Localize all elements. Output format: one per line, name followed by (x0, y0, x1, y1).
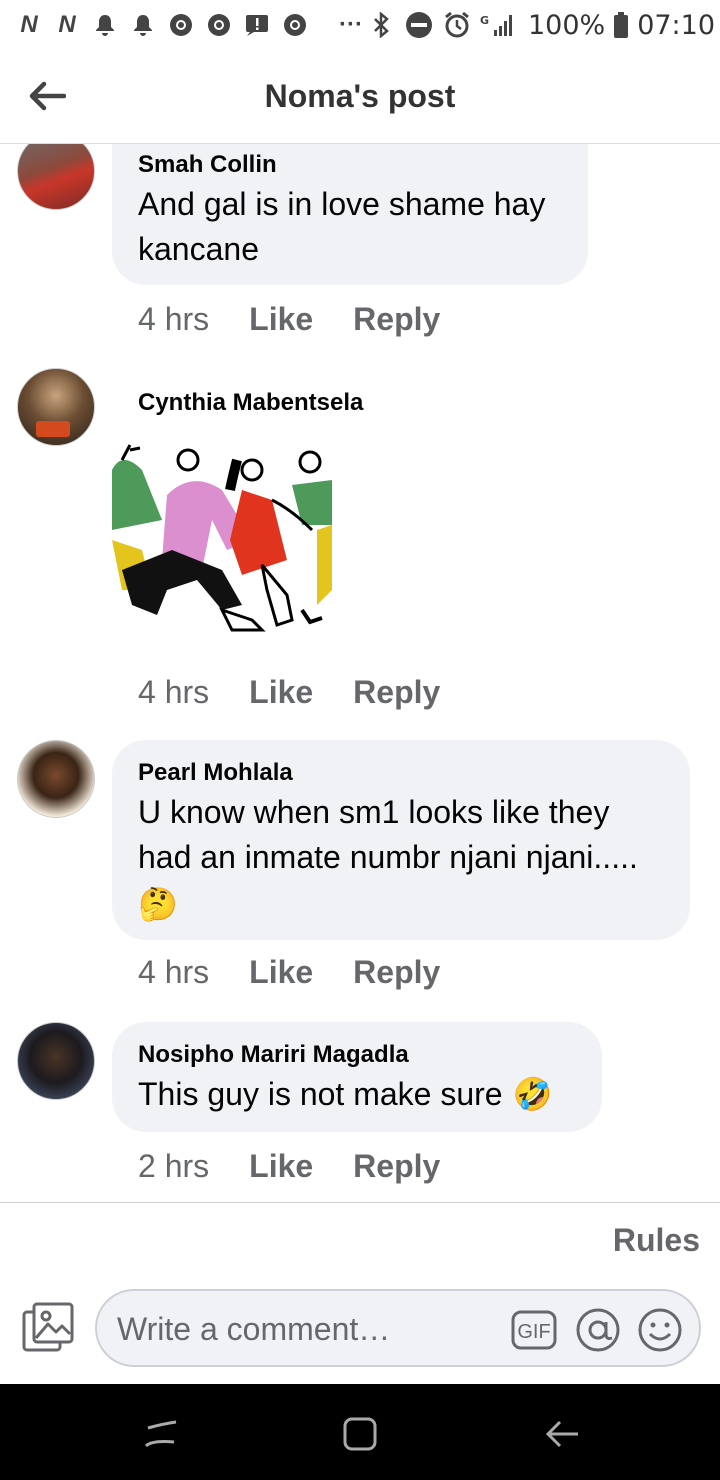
chrome-icon (166, 11, 196, 39)
alarm-icon (442, 11, 472, 39)
comment-input[interactable] (117, 1303, 497, 1355)
post-header: Noma's post (0, 50, 720, 144)
comment-time[interactable]: 4 hrs (138, 674, 209, 711)
comment-text: And gal is in love shame hay kancane (138, 186, 546, 267)
reply-button[interactable]: Reply (353, 1148, 440, 1185)
like-button[interactable]: Like (249, 674, 313, 711)
bell-icon (128, 11, 158, 39)
avatar[interactable] (17, 740, 95, 818)
dancing-people-sticker[interactable] (112, 440, 334, 640)
notification-icons: N N ··· (14, 11, 366, 39)
signal-icon: G (480, 11, 520, 39)
gif-button[interactable]: GIF (511, 1308, 557, 1352)
status-bar: N N ··· G 100% 07:10 (0, 0, 720, 50)
n-icon: N (20, 11, 38, 38)
message-alert-icon (242, 11, 272, 39)
comment-text: This guy is not make sure (138, 1076, 503, 1112)
battery-icon (613, 11, 629, 39)
battery-percent: 100% (528, 9, 606, 41)
comment-bubble[interactable]: Nosipho Mariri Magadla This guy is not m… (112, 1022, 602, 1132)
rules-link[interactable]: Rules (613, 1222, 700, 1259)
navigation-bar (0, 1384, 720, 1480)
comment-author[interactable]: Cynthia Mabentsela (138, 388, 363, 418)
comment-time[interactable]: 2 hrs (138, 1148, 209, 1185)
laughing-emoji: 🤣 (512, 1075, 553, 1113)
thinking-emoji: 🤔 (138, 885, 178, 923)
comment-actions: 2 hrs Like Reply (138, 1148, 440, 1185)
ellipsis-icon: ··· (339, 11, 363, 38)
chrome-icon (280, 11, 310, 39)
bluetooth-icon (366, 11, 396, 39)
comment-author[interactable]: Nosipho Mariri Magadla (138, 1040, 576, 1070)
like-button[interactable]: Like (249, 954, 313, 991)
avatar[interactable] (17, 368, 95, 446)
comment-actions: 4 hrs Like Reply (138, 674, 440, 711)
comment-time[interactable]: 4 hrs (138, 954, 209, 991)
photo-button[interactable] (22, 1302, 74, 1354)
page-title: Noma's post (264, 78, 456, 114)
comment-bubble[interactable]: Smah Collin And gal is in love shame hay… (112, 144, 588, 285)
recent-apps-button[interactable] (138, 1412, 182, 1456)
clock: 07:10 (637, 9, 716, 41)
n-icon: N (58, 11, 76, 38)
comment-composer[interactable]: GIF (95, 1289, 701, 1367)
emoji-button[interactable] (637, 1308, 683, 1352)
bell-icon (90, 11, 120, 39)
svg-text:G: G (480, 14, 489, 27)
do-not-disturb-icon (404, 11, 434, 39)
home-icon (343, 1417, 377, 1451)
reply-button[interactable]: Reply (353, 301, 440, 338)
comments-list[interactable]: Smah Collin And gal is in love shame hay… (0, 144, 720, 1202)
chrome-icon (204, 11, 234, 39)
gif-label: GIF (517, 1321, 550, 1343)
home-button[interactable] (338, 1412, 382, 1456)
photo-icon (22, 1302, 74, 1352)
comment-author[interactable]: Smah Collin (138, 150, 562, 180)
divider (0, 1202, 720, 1203)
system-icons: G 100% 07:10 (366, 10, 715, 41)
system-back-button[interactable] (540, 1412, 584, 1456)
comment-actions: 4 hrs Like Reply (138, 301, 440, 338)
comment-text: U know when sm1 looks like they had an i… (138, 794, 638, 875)
reply-button[interactable]: Reply (353, 954, 440, 991)
at-icon (576, 1308, 620, 1352)
smiley-icon (638, 1308, 682, 1352)
comment-author[interactable]: Pearl Mohlala (138, 758, 664, 788)
like-button[interactable]: Like (249, 301, 313, 338)
like-button[interactable]: Like (249, 1148, 313, 1185)
recent-apps-icon (144, 1420, 177, 1448)
comment-bubble[interactable]: Pearl Mohlala U know when sm1 looks like… (112, 740, 690, 940)
mention-button[interactable] (575, 1308, 621, 1352)
comment-actions: 4 hrs Like Reply (138, 954, 440, 991)
back-arrow-icon (545, 1420, 578, 1448)
avatar[interactable] (17, 1022, 95, 1100)
reply-button[interactable]: Reply (353, 674, 440, 711)
comment-time[interactable]: 4 hrs (138, 301, 209, 338)
comment-text-row: This guy is not make sure 🤣 (138, 1072, 576, 1117)
avatar[interactable] (17, 144, 95, 210)
